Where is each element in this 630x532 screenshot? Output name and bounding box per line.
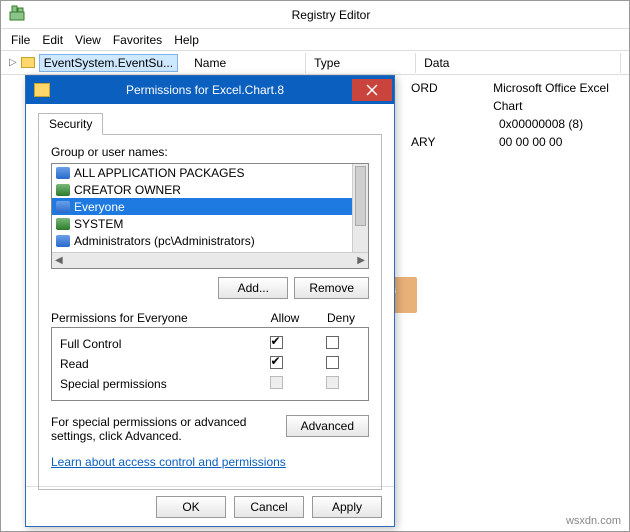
allow-checkbox-disabled [270,376,283,389]
user-icon [56,184,70,196]
permissions-dialog: Permissions for Excel.Chart.8 Security G… [25,75,395,527]
menu-edit[interactable]: Edit [42,33,63,47]
advanced-button[interactable]: Advanced [286,415,369,437]
learn-link[interactable]: Learn about access control and permissio… [51,455,286,469]
column-header-name[interactable]: Name [186,53,306,73]
menubar: File Edit View Favorites Help [1,29,629,51]
cancel-button[interactable]: Cancel [234,496,304,518]
source-url: wsxdn.com [566,515,621,527]
tree-selected-key[interactable]: EventSystem.EventSu... [39,54,178,72]
value-data: Microsoft Office Excel Chart [493,79,629,115]
perm-name: Special permissions [60,377,248,391]
groups-label: Group or user names: [51,145,369,159]
list-item: Administrators (pc\Administrators) [52,232,368,249]
menu-favorites[interactable]: Favorites [113,33,162,47]
perm-name: Full Control [60,337,248,351]
scroll-right-icon[interactable]: ▶ [357,255,365,266]
perm-row: Full Control [60,334,360,354]
window-title: Registry Editor [33,8,629,22]
permissions-header: Permissions for Everyone [51,311,257,325]
deny-checkbox-disabled [326,376,339,389]
list-item: ALL APPLICATION PACKAGES [52,164,368,181]
value-data: 0x00000008 (8) [499,115,583,133]
dialog-titlebar[interactable]: Permissions for Excel.Chart.8 [26,76,394,104]
groups-listbox[interactable]: ALL APPLICATION PACKAGES CREATOR OWNER E… [51,163,369,269]
value-type: ARY [411,133,481,151]
allow-checkbox[interactable] [270,356,283,369]
tree-expand-icon[interactable]: ▷ [9,57,17,68]
menu-help[interactable]: Help [174,33,199,47]
deny-checkbox[interactable] [326,356,339,369]
allow-header: Allow [257,311,313,325]
remove-button[interactable]: Remove [294,277,369,299]
allow-checkbox[interactable] [270,336,283,349]
advanced-text: For special permissions or advanced sett… [51,415,276,443]
scroll-left-icon[interactable]: ◀ [55,255,63,266]
value-type [411,115,481,133]
dialog-title: Permissions for Excel.Chart.8 [58,83,352,97]
registry-editor-window: Registry Editor File Edit View Favorites… [0,0,630,532]
close-icon [366,84,378,96]
tree-row: ▷ EventSystem.EventSu... Name Type Data [1,51,629,75]
close-button[interactable] [352,79,392,101]
deny-header: Deny [313,311,369,325]
list-item: CREATOR OWNER [52,181,368,198]
list-item: SYSTEM [52,215,368,232]
horizontal-scrollbar[interactable]: ◀▶ [52,252,368,268]
vertical-scrollbar[interactable] [352,164,368,252]
column-header-type[interactable]: Type [306,53,416,73]
users-icon [56,201,70,213]
menu-file[interactable]: File [11,33,30,47]
column-header-data[interactable]: Data [416,53,621,73]
folder-icon [34,83,50,97]
perm-row: Special permissions [60,374,360,394]
regedit-icon [9,5,25,24]
value-type: ORD [411,79,475,115]
list-item-selected: Everyone [52,198,368,215]
dialog-footer: OK Cancel Apply [26,486,394,526]
add-button[interactable]: Add... [218,277,288,299]
security-tab-panel: Group or user names: ALL APPLICATION PAC… [38,134,382,490]
user-icon [56,218,70,230]
ok-button[interactable]: OK [156,496,226,518]
perm-row: Read [60,354,360,374]
users-icon [56,167,70,179]
menu-view[interactable]: View [75,33,101,47]
users-icon [56,235,70,247]
deny-checkbox[interactable] [326,336,339,349]
scrollbar-thumb[interactable] [355,166,366,226]
apply-button[interactable]: Apply [312,496,382,518]
value-data: 00 00 00 00 [499,133,562,151]
folder-icon [21,57,35,68]
titlebar: Registry Editor [1,1,629,29]
permissions-box: Full Control Read Special permissions [51,327,369,401]
tab-security[interactable]: Security [38,113,103,135]
perm-name: Read [60,357,248,371]
